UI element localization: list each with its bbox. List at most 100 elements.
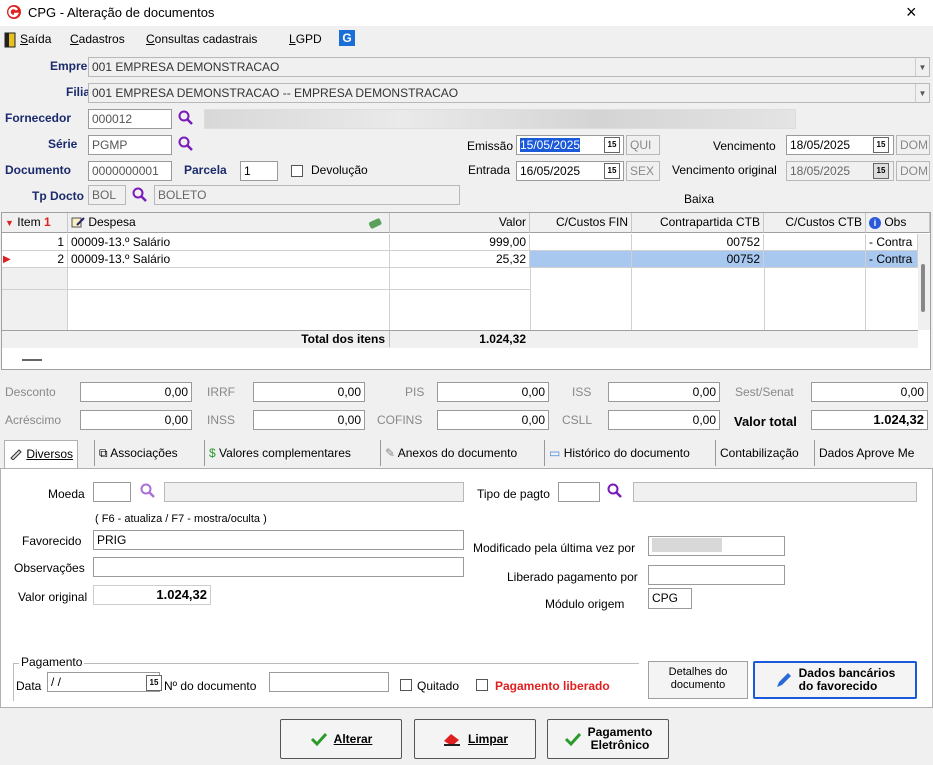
tab-anexos[interactable]: ✎ Anexos do documento xyxy=(380,440,521,466)
search-icon[interactable] xyxy=(132,187,148,203)
row1-contrapartida[interactable]: 00752 xyxy=(632,234,764,251)
data-label: Data xyxy=(16,679,42,693)
chevron-down-icon[interactable]: ▼ xyxy=(915,84,929,102)
tab-dados-aprove-me[interactable]: Dados Aprove Me xyxy=(814,440,918,466)
observacoes-field[interactable] xyxy=(93,557,464,577)
checkmark-icon xyxy=(310,732,327,747)
tipo-pagto-desc-field xyxy=(633,482,917,502)
pis-field[interactable]: 0,00 xyxy=(437,382,549,402)
tab-valores-complementares[interactable]: $ Valores complementares xyxy=(204,440,355,466)
acrescimo-label: Acréscimo xyxy=(5,413,62,427)
pagamento-group-label: Pagamento xyxy=(19,655,85,669)
col-header-cc-ctb[interactable]: C/Custos CTB xyxy=(764,213,866,233)
items-grid[interactable]: ▼ Item 1 Despesa Valor C/Custos FIN Cont… xyxy=(1,212,931,370)
vencimento-label: Vencimento xyxy=(713,139,776,153)
quitado-checkbox[interactable] xyxy=(400,679,412,691)
ndoc-label: Nº do documento xyxy=(164,679,257,693)
moeda-desc-field xyxy=(164,482,464,502)
moeda-field[interactable] xyxy=(93,482,131,502)
favorecido-field[interactable]: PRIG xyxy=(93,530,464,550)
ndoc-field[interactable] xyxy=(269,672,389,692)
col-header-contrapartida[interactable]: Contrapartida CTB xyxy=(632,213,764,233)
tab-historico[interactable]: ▭ Histórico do documento xyxy=(544,440,694,466)
eraser-icon xyxy=(443,734,460,746)
moeda-label: Moeda xyxy=(48,487,85,501)
search-icon[interactable] xyxy=(178,136,194,152)
row2-valor[interactable]: 25,32 xyxy=(390,251,530,268)
col-header-despesa[interactable]: Despesa xyxy=(68,213,390,233)
cofins-field[interactable]: 0,00 xyxy=(437,410,549,430)
document-icon: ▭ xyxy=(549,446,561,460)
alterar-button[interactable]: Alterar xyxy=(280,719,402,759)
tipo-pagto-field[interactable] xyxy=(558,482,600,502)
row1-cc-fin[interactable] xyxy=(530,234,632,251)
search-icon[interactable] xyxy=(178,110,194,126)
tab-diversos[interactable]: Diversos xyxy=(4,440,79,469)
col-header-obs[interactable]: i Obs xyxy=(866,213,930,233)
pis-label: PIS xyxy=(405,385,425,399)
desconto-field[interactable]: 0,00 xyxy=(80,382,192,402)
menu-cadastros[interactable]: Cadastros xyxy=(70,32,125,46)
empresa-select[interactable]: 001 EMPRESA DEMONSTRACAO xyxy=(88,57,930,77)
limpar-button[interactable]: Limpar xyxy=(414,719,536,759)
menu-saida[interactable]: Saída xyxy=(20,32,51,46)
scrollbar-thumb[interactable] xyxy=(921,264,925,312)
documento-field[interactable]: 0000000001 xyxy=(88,161,172,181)
search-icon[interactable] xyxy=(607,483,623,499)
totals-area: Desconto 0,00 IRRF 0,00 PIS 0,00 ISS 0,0… xyxy=(0,377,933,437)
detalhes-documento-button[interactable]: Detalhes do documento xyxy=(648,661,748,699)
data-field[interactable]: / / xyxy=(47,672,160,692)
row2-despesa[interactable]: 00009-13.º Salário xyxy=(68,251,390,268)
acrescimo-field[interactable]: 0,00 xyxy=(80,410,192,430)
grid-empty-area xyxy=(530,268,632,330)
row2-contrapartida[interactable]: 00752 xyxy=(632,251,764,268)
calendar-icon[interactable]: 15 xyxy=(146,675,162,691)
csll-field[interactable]: 0,00 xyxy=(608,410,720,430)
irrf-field[interactable]: 0,00 xyxy=(253,382,365,402)
parcela-field[interactable]: 1 xyxy=(240,161,278,181)
row2-cc-ctb[interactable] xyxy=(764,251,866,268)
col-header-item[interactable]: ▼ Item 1 xyxy=(2,213,68,233)
col-header-valor[interactable]: Valor xyxy=(390,213,530,233)
row1-obs[interactable]: - Contra xyxy=(866,234,918,251)
close-icon[interactable]: × xyxy=(906,2,917,23)
g-logo-icon[interactable]: G xyxy=(339,30,355,46)
calendar-icon[interactable]: 15 xyxy=(873,137,889,153)
tab-associacoes[interactable]: ⧉ Associações xyxy=(94,440,182,466)
title-bar: CPG - Alteração de documentos × xyxy=(0,0,933,26)
chevron-down-icon[interactable]: ▼ xyxy=(915,58,929,76)
sest-field[interactable]: 0,00 xyxy=(811,382,928,402)
calendar-icon[interactable]: 15 xyxy=(604,137,620,153)
tpdocto-code-field[interactable]: BOL xyxy=(88,185,126,205)
row2-cc-fin[interactable] xyxy=(530,251,632,268)
row1-valor[interactable]: 999,00 xyxy=(390,234,530,251)
col-header-cc-fin[interactable]: C/Custos FIN xyxy=(530,213,632,233)
app-logo-icon xyxy=(7,5,21,19)
row2-item[interactable]: 2 xyxy=(2,251,68,268)
iss-field[interactable]: 0,00 xyxy=(608,382,720,402)
pag-liberado-checkbox[interactable] xyxy=(476,679,488,691)
inss-field[interactable]: 0,00 xyxy=(253,410,365,430)
grid-scrollbar[interactable] xyxy=(918,234,930,330)
filial-select[interactable]: 001 EMPRESA DEMONSTRACAO -- EMPRESA DEMO… xyxy=(88,83,930,103)
row1-item[interactable]: 1 xyxy=(2,234,68,251)
search-icon[interactable] xyxy=(140,483,156,499)
tab-contabilizacao[interactable]: Contabilização xyxy=(715,440,803,466)
menu-consultas[interactable]: Consultas cadastrais xyxy=(146,32,257,46)
documento-label: Documento xyxy=(5,163,71,177)
liberado-label: Liberado pagamento por xyxy=(507,570,638,584)
dados-bancarios-button[interactable]: Dados bancários do favorecido xyxy=(753,661,917,699)
serie-field[interactable]: PGMP xyxy=(88,135,172,155)
pagamento-eletronico-button[interactable]: Pagamento Eletrônico xyxy=(547,719,669,759)
calendar-icon[interactable]: 15 xyxy=(604,163,620,179)
row1-cc-ctb[interactable] xyxy=(764,234,866,251)
fornecedor-field[interactable]: 000012 xyxy=(88,109,172,129)
horizontal-scrollbar-thumb[interactable] xyxy=(22,359,42,361)
devolucao-checkbox[interactable] xyxy=(291,165,303,177)
checkmark-icon xyxy=(564,732,581,747)
info-icon: i xyxy=(869,217,881,229)
row1-despesa[interactable]: 00009-13.º Salário xyxy=(68,234,390,251)
edit-icon xyxy=(71,217,85,228)
menu-lgpd[interactable]: LGPD xyxy=(289,32,322,46)
row2-obs[interactable]: - Contra xyxy=(866,251,918,268)
